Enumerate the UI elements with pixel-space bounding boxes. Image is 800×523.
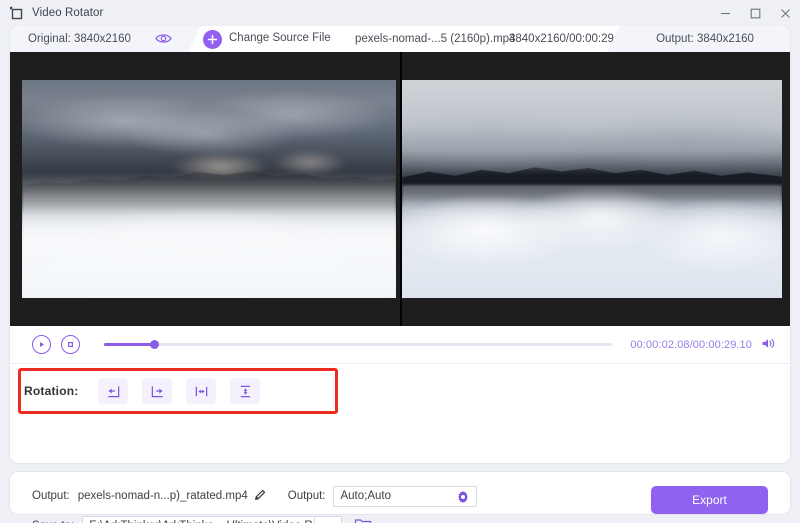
original-resolution-label: Original: 3840x2160 bbox=[28, 33, 131, 45]
output-format-field[interactable]: Auto;Auto bbox=[333, 485, 478, 507]
pencil-icon[interactable] bbox=[254, 489, 266, 504]
save-to-path-field[interactable]: E:\ArkThinker\ArkThinke... Ultimate\Vide… bbox=[82, 515, 342, 523]
folder-icon[interactable] bbox=[354, 517, 372, 523]
output-name-label: Output: bbox=[32, 490, 70, 502]
rotation-label: Rotation: bbox=[24, 384, 79, 398]
window-title: Video Rotator bbox=[32, 7, 104, 19]
output-format-value: Auto;Auto bbox=[340, 490, 391, 502]
play-icon[interactable] bbox=[32, 335, 51, 354]
rotate-right-icon[interactable] bbox=[142, 378, 173, 404]
change-source-file-button[interactable]: Change Source File bbox=[229, 32, 331, 44]
stop-icon[interactable] bbox=[61, 335, 80, 354]
maximize-button[interactable] bbox=[740, 0, 770, 26]
save-to-row: Save to: E:\ArkThinker\ArkThinke... Ulti… bbox=[32, 515, 372, 523]
source-file-name: pexels-nomad-...5 (2160p).mp4 bbox=[355, 33, 516, 45]
original-video-frame bbox=[22, 80, 396, 298]
export-button[interactable]: Export bbox=[651, 485, 768, 514]
output-settings-panel: Output: pexels-nomad-n...p)_ratated.mp4 … bbox=[10, 471, 790, 523]
export-label: Export bbox=[692, 492, 727, 507]
eye-icon[interactable] bbox=[155, 32, 172, 48]
letterbox-top bbox=[10, 52, 400, 80]
playback-slider-fill bbox=[104, 343, 155, 346]
window-controls bbox=[710, 0, 800, 26]
output-video-frame bbox=[402, 80, 782, 298]
rotate-left-icon[interactable] bbox=[98, 378, 129, 404]
plus-icon[interactable] bbox=[203, 30, 222, 49]
original-preview-pane[interactable] bbox=[10, 52, 400, 326]
flip-vertical-icon[interactable] bbox=[230, 378, 261, 404]
output-format-label: Output: bbox=[287, 490, 326, 502]
preview-area bbox=[10, 52, 790, 326]
letterbox-bottom-right bbox=[402, 298, 790, 326]
editor-card: Original: 3840x2160 Change Source File p… bbox=[10, 26, 790, 463]
close-button[interactable] bbox=[770, 0, 800, 26]
gear-icon[interactable] bbox=[456, 490, 470, 507]
rotation-section: Rotation: bbox=[10, 364, 790, 420]
source-file-meta: 3840x2160/00:00:29 bbox=[509, 33, 614, 45]
letterbox-bottom bbox=[10, 298, 400, 326]
rotate-square-icon bbox=[9, 6, 24, 21]
source-info-strip: Original: 3840x2160 Change Source File p… bbox=[10, 26, 790, 52]
playback-time: 00:00:02.08/00:00:29.10 bbox=[630, 338, 752, 351]
output-resolution-label: Output: 3840x2160 bbox=[656, 33, 754, 45]
output-file-name: pexels-nomad-n...p)_ratated.mp4 bbox=[77, 490, 248, 502]
playback-bar: 00:00:02.08/00:00:29.10 bbox=[10, 326, 790, 364]
minimize-button[interactable] bbox=[710, 0, 740, 26]
output-file-row: Output: pexels-nomad-n...p)_ratated.mp4 … bbox=[32, 485, 478, 507]
letterbox-top-right bbox=[402, 52, 790, 80]
flip-horizontal-icon[interactable] bbox=[186, 378, 217, 404]
output-tab: Output: 3840x2160 bbox=[607, 26, 790, 52]
speaker-icon[interactable] bbox=[761, 337, 776, 353]
playback-slider-thumb[interactable] bbox=[150, 340, 160, 349]
chevron-down-icon[interactable] bbox=[314, 515, 343, 523]
output-preview-pane[interactable] bbox=[400, 52, 790, 326]
video-rotator-window: Video Rotator Original: 3840x2160 Change… bbox=[0, 0, 800, 523]
playback-slider[interactable] bbox=[104, 340, 613, 349]
title-bar: Video Rotator bbox=[0, 0, 800, 26]
